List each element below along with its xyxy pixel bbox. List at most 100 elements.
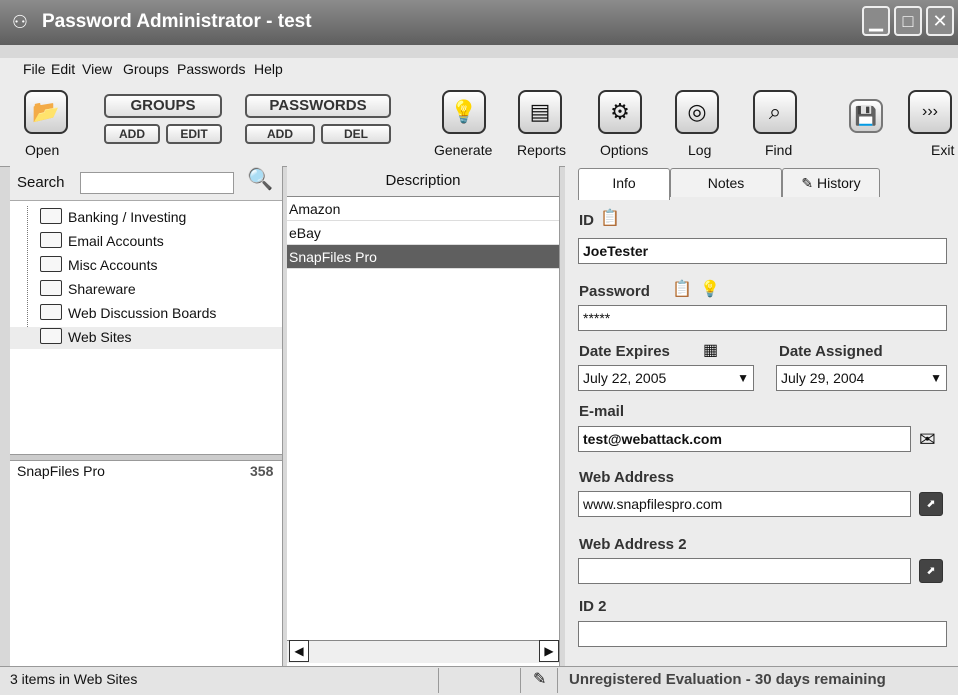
tab-notes[interactable]: Notes — [670, 168, 782, 197]
options-icon[interactable]: ⚙ — [598, 90, 642, 134]
minimize-button[interactable]: ▁ — [862, 6, 890, 36]
close-button[interactable]: ✕ — [926, 6, 954, 36]
status-divider — [520, 668, 521, 693]
web-address-field[interactable]: www.snapfilespro.com — [578, 491, 911, 517]
group-label: Shareware — [68, 281, 136, 297]
generate-password-icon[interactable]: 💡 — [700, 279, 720, 299]
menu-groups[interactable]: Groups — [123, 61, 169, 77]
group-add-button[interactable]: ADD — [104, 124, 160, 144]
id2-label: ID 2 — [579, 598, 607, 615]
search-input[interactable] — [80, 172, 234, 194]
password-field[interactable]: ***** — [578, 305, 947, 331]
tree-connector — [27, 206, 28, 337]
web-address-label: Web Address — [579, 469, 675, 486]
calendar-icon[interactable]: ▦ — [703, 340, 718, 360]
tab-history-label: History — [817, 175, 861, 191]
folder-icon — [40, 208, 62, 224]
date-assigned-dropdown[interactable]: July 29, 2004 ▼ — [776, 365, 947, 391]
folder-icon — [40, 280, 62, 296]
group-label: Web Sites — [68, 329, 132, 345]
email-label: E-mail — [579, 403, 625, 420]
chevron-down-icon: ▼ — [930, 371, 942, 385]
group-shareware[interactable]: Shareware — [40, 280, 136, 297]
open-web-address-2-icon[interactable]: ⬈ — [919, 559, 943, 583]
description-header[interactable]: Description — [287, 166, 559, 197]
web-address-2-label: Web Address 2 — [579, 536, 687, 553]
status-divider — [557, 668, 558, 693]
copy-id-icon[interactable]: 📋 — [600, 208, 620, 228]
find-label: Find — [765, 142, 793, 158]
date-assigned-label: Date Assigned — [779, 343, 883, 360]
date-expires-value: July 22, 2005 — [583, 370, 667, 386]
date-expires-label: Date Expires — [579, 343, 670, 360]
app-icon: ⚇ — [11, 12, 29, 32]
date-assigned-value: July 29, 2004 — [781, 370, 865, 386]
group-email-accounts[interactable]: Email Accounts — [40, 232, 164, 249]
open-label: Open — [25, 142, 60, 158]
groups-label: GROUPS — [104, 94, 222, 118]
options-label: Options — [600, 142, 649, 158]
log-label: Log — [688, 142, 712, 158]
email-icon[interactable]: ✉ — [919, 427, 936, 452]
open-icon[interactable]: 📂 — [24, 90, 68, 134]
id-label: ID — [579, 212, 594, 229]
status-divider — [438, 668, 439, 693]
menu-help[interactable]: Help — [254, 61, 283, 77]
exit-label: Exit — [931, 142, 955, 158]
edit-icon[interactable]: ✎ — [533, 669, 546, 689]
tab-info[interactable]: Info — [578, 168, 670, 200]
menu-edit[interactable]: Edit — [51, 61, 75, 77]
folder-open-icon — [40, 328, 62, 344]
menu-file[interactable]: File — [23, 61, 46, 77]
group-label: Banking / Investing — [68, 209, 187, 225]
entry-ebay[interactable]: eBay — [287, 221, 559, 245]
find-icon[interactable]: ⌕ — [753, 90, 797, 134]
pencil-icon: ✎ — [801, 175, 814, 191]
group-label: Email Accounts — [68, 233, 164, 249]
entry-snapfiles-pro[interactable]: SnapFiles Pro — [287, 245, 559, 269]
date-expires-dropdown[interactable]: July 22, 2005 ▼ — [578, 365, 754, 391]
password-label: Password — [579, 283, 650, 300]
folder-icon — [40, 256, 62, 272]
email-field[interactable]: test@webattack.com — [578, 426, 911, 452]
search-label: Search — [17, 174, 65, 191]
left-panel-divider[interactable] — [10, 454, 282, 461]
group-web-sites[interactable]: Web Sites — [40, 328, 132, 345]
selected-entry-count: 358 — [250, 463, 274, 479]
search-icon[interactable]: 🔍 — [247, 168, 273, 192]
open-web-address-icon[interactable]: ⬈ — [919, 492, 943, 516]
group-web-discussion-boards[interactable]: Web Discussion Boards — [40, 304, 216, 321]
group-edit-button[interactable]: EDIT — [166, 124, 222, 144]
folder-icon — [40, 232, 62, 248]
password-delete-button[interactable]: DEL — [321, 124, 391, 144]
generate-label: Generate — [434, 142, 493, 158]
scroll-right-icon[interactable]: ▶ — [539, 640, 559, 662]
registration-status: Unregistered Evaluation - 30 days remain… — [569, 671, 886, 688]
id-field[interactable]: JoeTester — [578, 238, 947, 264]
generate-icon[interactable]: 💡 — [442, 90, 486, 134]
id2-field[interactable] — [578, 621, 947, 647]
web-address-2-field[interactable] — [578, 558, 911, 584]
menu-view[interactable]: View — [82, 61, 112, 77]
horizontal-scrollbar[interactable] — [287, 640, 559, 663]
log-icon[interactable]: ◎ — [675, 90, 719, 134]
save-icon[interactable]: 💾 — [849, 99, 883, 133]
group-label: Misc Accounts — [68, 257, 158, 273]
reports-icon[interactable]: ▤ — [518, 90, 562, 134]
menu-passwords[interactable]: Passwords — [177, 61, 245, 77]
reports-label: Reports — [517, 142, 567, 158]
group-banking-investing[interactable]: Banking / Investing — [40, 208, 186, 225]
exit-icon[interactable]: ››› — [908, 90, 952, 134]
folder-icon — [40, 304, 62, 320]
selected-entry-name: SnapFiles Pro — [17, 463, 105, 479]
entry-amazon[interactable]: Amazon — [287, 197, 559, 221]
maximize-button[interactable]: □ — [894, 6, 922, 36]
scroll-left-icon[interactable]: ◀ — [289, 640, 309, 662]
password-add-button[interactable]: ADD — [245, 124, 315, 144]
tab-history[interactable]: ✎ History — [782, 168, 880, 197]
password-administrator-window: ⚇ Password Administrator - test ▁ □ ✕ Fi… — [0, 0, 958, 695]
window-title: Password Administrator - test — [42, 11, 312, 32]
passwords-label: PASSWORDS — [245, 94, 391, 118]
copy-password-icon[interactable]: 📋 — [672, 279, 692, 299]
group-misc-accounts[interactable]: Misc Accounts — [40, 256, 157, 273]
